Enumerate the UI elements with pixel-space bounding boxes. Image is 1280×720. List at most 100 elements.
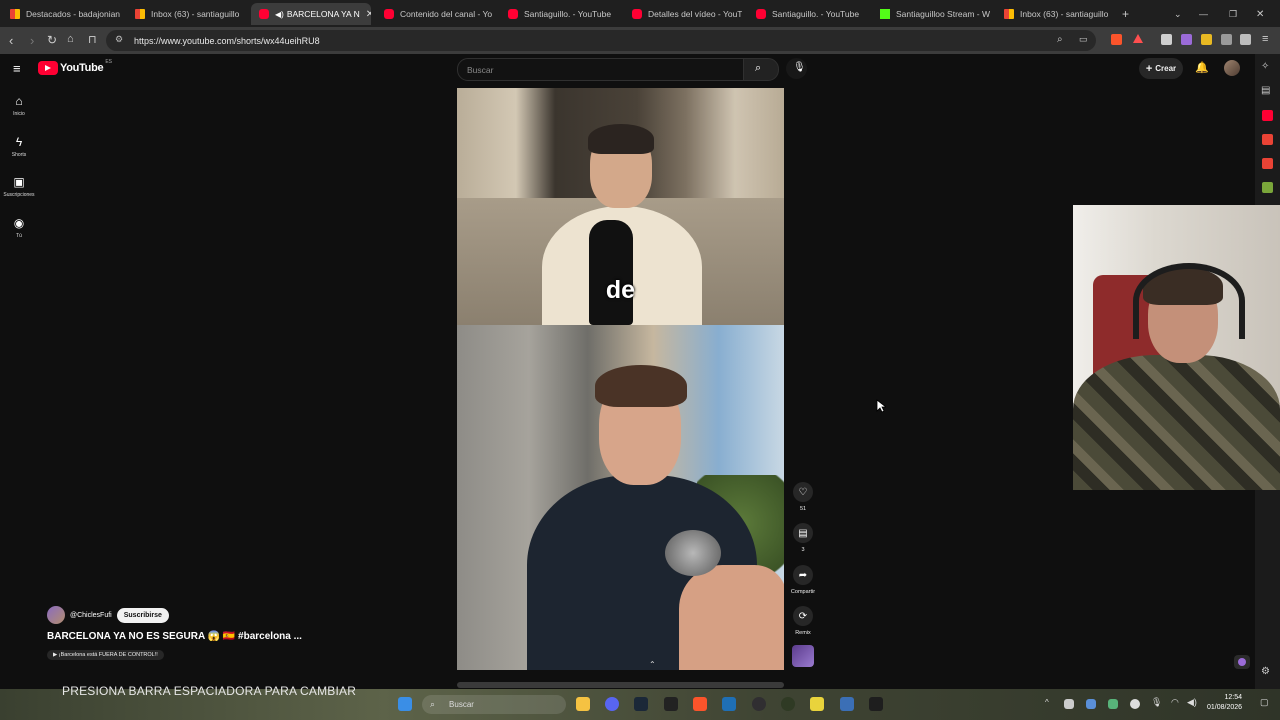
close-tab-icon[interactable]: ✕ [366, 9, 371, 20]
search-input[interactable]: Buscar [457, 58, 745, 81]
short-video-player[interactable]: de [457, 88, 784, 670]
browser-tab[interactable]: Santiaguilloo Stream - W [872, 3, 990, 25]
like-button[interactable]: ♡ 51 [792, 482, 814, 512]
discord-icon[interactable] [605, 697, 619, 711]
extensions-puzzle-icon[interactable] [1221, 34, 1232, 45]
comments-button[interactable]: ▤ 3 [792, 523, 814, 553]
related-video-pill[interactable]: ▶ ¡Barcelona está FUERA DE CONTROL!! [47, 650, 164, 660]
account-avatar[interactable] [1224, 60, 1240, 76]
obs-icon[interactable] [752, 697, 766, 711]
browser-tab[interactable]: Detalles del vídeo - YouTu [624, 3, 742, 25]
taskbar-clock[interactable]: 12:54 01/08/2026 [1207, 693, 1242, 713]
remix-button[interactable]: ⟳ Remix [792, 606, 814, 636]
you-icon: ◉ [13, 216, 25, 230]
mic-tray-icon[interactable]: 🎙 [1151, 697, 1162, 708]
back-icon[interactable]: ‹ [9, 33, 13, 48]
channel-avatar[interactable] [47, 606, 65, 624]
create-button[interactable]: + Crear [1139, 58, 1183, 79]
taskbar-search[interactable]: ⌕ Buscar [422, 695, 566, 714]
voice-search-button[interactable]: 🎙 [786, 58, 807, 79]
reload-icon[interactable]: ↻ [47, 33, 57, 47]
video-caption: de [605, 276, 636, 304]
notification-center-icon[interactable]: ▢ [1260, 697, 1269, 708]
file-explorer-icon[interactable] [576, 697, 590, 711]
volume-icon[interactable]: ◀) [1187, 697, 1197, 708]
media-icon[interactable] [1240, 34, 1251, 45]
sidebar-item-tu[interactable]: ◉ Tú [0, 216, 38, 239]
home-icon: ⌂ [15, 94, 23, 108]
extension-float-button[interactable] [1234, 655, 1250, 669]
extension-icon[interactable] [1161, 34, 1172, 45]
youtube-logo[interactable]: YouTube ES [38, 59, 112, 75]
close-window-icon[interactable]: ✕ [1256, 3, 1264, 25]
zoom-icon[interactable]: ⌕ [1057, 34, 1063, 45]
tray-overflow-icon[interactable]: ^ [1045, 698, 1049, 707]
gmail-icon[interactable] [1262, 134, 1273, 145]
steam-icon[interactable] [634, 697, 648, 711]
brave-shield-icon[interactable] [1111, 34, 1122, 45]
youtube-icon [756, 9, 766, 19]
app-icon[interactable] [840, 697, 854, 711]
search-icon: ⌕ [755, 62, 762, 74]
restore-icon[interactable]: ❐ [1229, 3, 1237, 25]
gmail-icon[interactable] [1262, 158, 1273, 169]
cast-icon[interactable]: ▭ [1079, 34, 1088, 45]
video-progress-bar[interactable] [457, 682, 784, 688]
share-button[interactable]: ➦ Compartir [791, 565, 815, 595]
sound-avatar[interactable] [792, 645, 814, 667]
app-icon[interactable] [722, 697, 736, 711]
browser-tab[interactable]: Santiaguillo. - YouTube [500, 3, 618, 25]
leo-ai-icon[interactable]: ✧ [1261, 61, 1269, 72]
address-bar[interactable]: ⚙ https://www.youtube.com/shorts/wx44uei… [106, 30, 1096, 51]
app-icon[interactable] [781, 697, 795, 711]
stream-banner-text: PRESIONA BARRA ESPACIADORA PARA CAMBIAR [62, 684, 357, 698]
mouse-cursor-icon [876, 399, 886, 413]
microphone-windscreen [665, 530, 721, 576]
subscribe-button[interactable]: Suscribirse [116, 607, 169, 623]
settings-icon[interactable]: ⚙ [1261, 666, 1270, 677]
extension-icon[interactable] [1201, 34, 1212, 45]
gmail-icon [10, 9, 20, 19]
notifications-icon[interactable]: 🔔 [1195, 61, 1209, 74]
app-icon[interactable] [869, 697, 883, 711]
minimize-icon[interactable]: — [1199, 3, 1208, 25]
channel-info: @ChiclesFufi Suscribirse [47, 606, 169, 624]
browser-tab[interactable]: Contenido del canal - Yo [376, 3, 494, 25]
site-info-icon[interactable]: ⚙ [115, 34, 123, 45]
chevron-up-icon[interactable]: ⌃ [649, 660, 656, 669]
browser-tab[interactable]: Inbox (63) - santiaguillo [996, 3, 1114, 25]
windows-start-icon[interactable] [398, 697, 412, 711]
browser-tab[interactable]: Inbox (63) - santiaguillo [127, 3, 245, 25]
forward-icon[interactable]: › [30, 33, 34, 48]
tray-icon[interactable] [1130, 699, 1140, 709]
browser-tab[interactable]: Santiaguillo. - YouTube [748, 3, 866, 25]
menu-icon[interactable]: ≡ [1262, 33, 1268, 45]
tray-icon[interactable] [1108, 699, 1118, 709]
bookmark-icon[interactable]: ⊓ [88, 33, 97, 46]
app-icon[interactable] [810, 697, 824, 711]
microphone-visual [589, 220, 633, 325]
tray-icon[interactable] [1086, 699, 1096, 709]
tab-search-icon[interactable]: ⌄ [1174, 3, 1182, 25]
hamburger-menu-icon[interactable]: ≡ [13, 61, 21, 76]
mic-icon: 🎙 [793, 62, 806, 73]
brave-rewards-icon[interactable] [1133, 34, 1143, 43]
browser-tab-active[interactable]: ◀) BARCELONA YA N ✕ [251, 3, 371, 25]
home-browser-icon[interactable]: ⌂ [67, 33, 74, 45]
browser-tab[interactable]: Destacados - badajonian [2, 3, 120, 25]
tray-icon[interactable] [1064, 699, 1074, 709]
reading-list-icon[interactable]: ▤ [1261, 85, 1270, 96]
search-button[interactable]: ⌕ [743, 58, 779, 81]
sidebar-item-shorts[interactable]: ϟ Shorts [0, 135, 38, 158]
wifi-icon[interactable]: ◠ [1171, 697, 1179, 708]
extension-icon[interactable] [1181, 34, 1192, 45]
extension-icon[interactable] [1262, 182, 1273, 193]
sidebar-item-inicio[interactable]: ⌂ Inicio [0, 94, 38, 117]
subscriptions-icon: ▣ [13, 175, 25, 189]
youtube-icon[interactable] [1262, 110, 1273, 121]
new-tab-button[interactable]: + [1122, 3, 1138, 25]
heart-icon: ♡ [793, 482, 813, 502]
app-icon[interactable] [664, 697, 678, 711]
brave-icon[interactable] [693, 697, 707, 711]
sidebar-item-suscripciones[interactable]: ▣ Suscripciones [0, 175, 38, 198]
